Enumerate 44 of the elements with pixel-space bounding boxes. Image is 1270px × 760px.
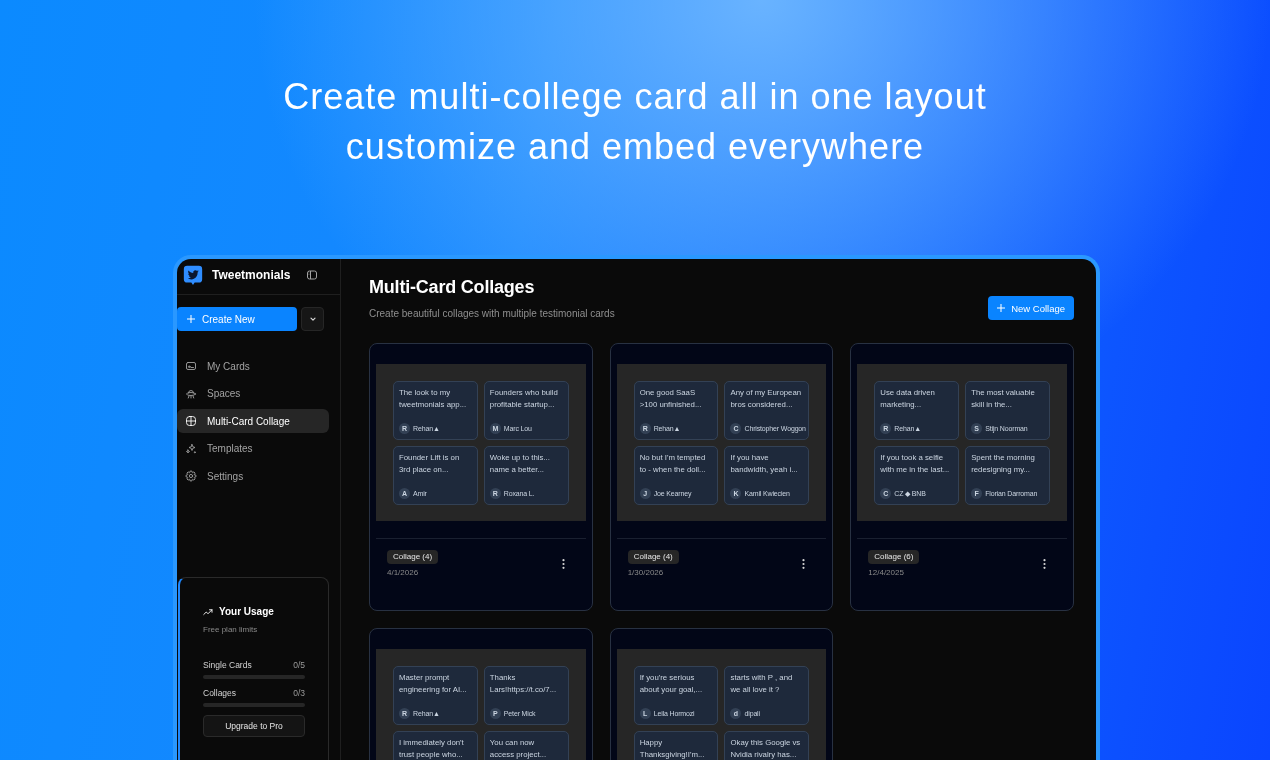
meter-reading: 0/3 bbox=[293, 687, 305, 699]
page-subtitle: Create beautiful collages with multiple testimonial cards bbox=[369, 307, 615, 320]
trend-up-icon bbox=[203, 608, 213, 616]
more-options-button[interactable] bbox=[802, 559, 806, 569]
page-title: Multi-Card Collages bbox=[369, 276, 536, 299]
nav-item[interactable]: Multi-Card Collage bbox=[177, 409, 329, 433]
ufo-icon bbox=[185, 387, 197, 400]
vertical-dots-icon bbox=[802, 559, 806, 569]
usage-title: Your Usage bbox=[219, 605, 274, 619]
card-icon bbox=[185, 360, 197, 372]
meter-label: Single Cards bbox=[203, 659, 252, 671]
collage-date: 12/4/2025 bbox=[868, 567, 904, 578]
sparkles-icon bbox=[185, 442, 197, 455]
upgrade-button[interactable]: Upgrade to Pro bbox=[203, 715, 305, 737]
collage-date: 1/30/2026 bbox=[627, 567, 664, 578]
create-new-button[interactable]: Create New bbox=[177, 307, 297, 331]
plus-icon bbox=[187, 315, 195, 323]
grid-icon bbox=[185, 415, 197, 427]
nav-item[interactable]: Templates bbox=[177, 436, 329, 461]
new-collage-button[interactable]: New Collage bbox=[988, 296, 1074, 320]
usage-subtitle: Free plan limits bbox=[203, 624, 259, 636]
vertical-dots-icon bbox=[561, 559, 565, 569]
collage-tag: Collage (4) bbox=[627, 550, 679, 564]
more-options-button[interactable] bbox=[561, 559, 565, 569]
vertical-dots-icon bbox=[1043, 559, 1046, 569]
chevron-down-icon bbox=[308, 315, 317, 323]
meter-reading: 0/5 bbox=[293, 659, 305, 671]
collage-tag: Collage (6) bbox=[868, 550, 920, 564]
plus-icon bbox=[997, 304, 1006, 312]
settings-icon bbox=[185, 470, 197, 482]
brand-name: Tweetmonials bbox=[212, 267, 291, 282]
more-options-button[interactable] bbox=[1043, 559, 1046, 569]
meter-label: Collages bbox=[203, 687, 237, 699]
collage-date: 4/1/2026 bbox=[387, 567, 419, 578]
nav-item[interactable]: Settings bbox=[177, 464, 329, 488]
nav-item[interactable]: My Cards bbox=[177, 354, 329, 378]
bird-logo-icon bbox=[183, 264, 203, 285]
collage-card[interactable] bbox=[609, 343, 834, 611]
nav-item[interactable]: Spaces bbox=[177, 381, 329, 406]
collage-card[interactable] bbox=[369, 343, 593, 611]
collage-card[interactable] bbox=[850, 343, 1074, 611]
sidebar-toggle-icon[interactable] bbox=[306, 268, 318, 281]
collage-tag: Collage (4) bbox=[387, 550, 439, 564]
headline: Create multi-college card all in one layout customize and embed everywhere bbox=[282, 75, 988, 169]
